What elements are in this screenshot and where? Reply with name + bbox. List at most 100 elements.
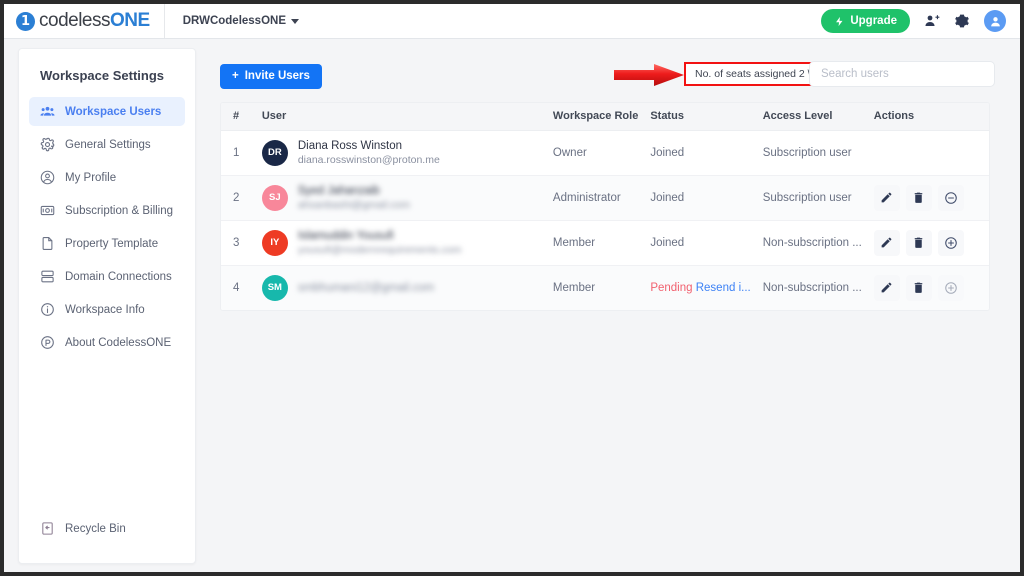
logo-mark-icon: 1 [16, 11, 35, 31]
sidebar-item-label: Workspace Info [65, 303, 145, 316]
delete-icon[interactable] [905, 274, 932, 301]
sidebar-item-property-template[interactable]: Property Template [29, 229, 185, 258]
sidebar-item-label: My Profile [65, 171, 117, 184]
row-access: Subscription user [750, 130, 862, 176]
search-input[interactable] [809, 61, 995, 87]
row-user-cell: SM smbhumani12@gmail.com [249, 265, 541, 310]
app-screen: 1 codelessONE DRWCodelessONE Upgrade Wor… [4, 4, 1020, 572]
avatar: IY [261, 229, 288, 256]
seats-assigned-label: No. of seats assigned 2 \ 2 [695, 68, 820, 80]
sidebar-item-recycle-bin[interactable]: Recycle Bin [29, 514, 185, 543]
avatar: DR [261, 139, 288, 166]
upgrade-button[interactable]: Upgrade [821, 9, 910, 33]
red-arrow-annotation [614, 64, 684, 86]
recycle-bin-icon [40, 521, 55, 536]
column-header-status: Status [638, 103, 751, 131]
table-row[interactable]: 3 IY Islamuddin Yousufi yousufi@modernre… [221, 220, 989, 266]
row-actions [861, 130, 989, 176]
users-table-element: # User Workspace Role Status Access Leve… [221, 103, 989, 310]
sidebar-item-general-settings[interactable]: General Settings [29, 130, 185, 159]
sidebar: Workspace Settings Workspace Users Gener… [18, 48, 196, 564]
user-name: Syed Jahanzaib [297, 184, 380, 197]
user-avatar-icon[interactable] [984, 10, 1006, 32]
upgrade-label: Upgrade [850, 15, 897, 27]
sidebar-item-label: About CodelessONE [65, 336, 172, 349]
row-number: 3 [221, 220, 250, 266]
minus-circle-icon[interactable] [937, 184, 964, 211]
row-access: Subscription user [750, 175, 862, 221]
row-role: Owner [540, 130, 639, 176]
user-circle-icon [40, 170, 55, 185]
sidebar-title: Workspace Settings [40, 68, 165, 83]
sidebar-item-workspace-info[interactable]: Workspace Info [29, 295, 185, 324]
sidebar-item-label: General Settings [65, 138, 151, 151]
workspace-name: DRWCodelessONE [182, 15, 286, 27]
edit-icon[interactable] [873, 274, 900, 301]
edit-icon[interactable] [873, 229, 900, 256]
delete-icon[interactable] [905, 229, 932, 256]
logo-text-blue: ONE [110, 10, 150, 31]
sidebar-item-label: Recycle Bin [65, 522, 126, 535]
topbar-actions: Upgrade [821, 9, 1020, 33]
row-user-cell: DR Diana Ross Winston diana.rosswinston@… [249, 130, 541, 176]
info-icon [40, 302, 55, 317]
sidebar-item-label: Workspace Users [65, 105, 162, 118]
delete-icon[interactable] [905, 184, 932, 211]
main-content: + Invite Users No. of seats assigned 2 \… [209, 48, 1006, 564]
row-user-cell: IY Islamuddin Yousufi yousufi@modernrequ… [249, 220, 541, 266]
avatar: SM [261, 274, 288, 301]
row-role: Administrator [540, 175, 639, 221]
sidebar-item-my-profile[interactable]: My Profile [29, 163, 185, 192]
edit-icon[interactable] [873, 184, 900, 211]
gear-icon [40, 137, 55, 152]
row-actions [861, 265, 989, 310]
add-user-icon[interactable] [924, 13, 940, 29]
row-role: Member [540, 265, 639, 310]
user-email: diana.rosswinston@proton.me [297, 153, 440, 166]
invite-users-label: Invite Users [244, 70, 310, 82]
table-row[interactable]: 4 SM smbhumani12@gmail.com Member Pendin… [221, 265, 989, 310]
column-header-number: # [221, 103, 250, 131]
status-badge: Pending [650, 281, 693, 294]
workspace-switcher[interactable]: DRWCodelessONE [165, 15, 299, 27]
sidebar-item-label: Domain Connections [65, 270, 172, 283]
table-header-row: # User Workspace Role Status Access Leve… [221, 103, 989, 131]
user-email: ahsanbashi@gmail.com [297, 198, 411, 211]
table-row[interactable]: 1 DR Diana Ross Winston diana.rosswinsto… [221, 130, 989, 176]
table-body: 1 DR Diana Ross Winston diana.rosswinsto… [221, 130, 989, 310]
row-actions [861, 175, 989, 221]
row-number: 1 [221, 130, 250, 176]
table-row[interactable]: 2 SJ Syed Jahanzaib ahsanbashi@gmail.com… [221, 175, 989, 221]
column-header-role: Workspace Role [540, 103, 639, 131]
sidebar-item-subscription-billing[interactable]: Subscription & Billing [29, 196, 185, 225]
plus-circle-icon[interactable] [937, 229, 964, 256]
resend-invite-link[interactable]: Resend i... [696, 282, 751, 294]
table-head: # User Workspace Role Status Access Leve… [221, 103, 989, 131]
row-access: Non-subscription ... [750, 220, 862, 266]
row-status-cell: Pending Resend i... [638, 265, 751, 310]
user-name: Islamuddin Yousufi [297, 229, 394, 242]
gear-icon[interactable] [954, 13, 970, 29]
user-name: Diana Ross Winston [297, 139, 403, 152]
row-number: 4 [221, 265, 250, 310]
recycle-bin-section: Recycle Bin [19, 514, 195, 547]
user-email: smbhumani12@gmail.com [297, 281, 435, 294]
row-number: 2 [221, 175, 250, 221]
invite-plus-icon: + [232, 70, 239, 82]
bolt-icon [834, 16, 845, 27]
column-header-access: Access Level [750, 103, 862, 131]
column-header-actions: Actions [861, 103, 989, 131]
server-icon [40, 269, 55, 284]
app-logo[interactable]: 1 codelessONE [4, 10, 150, 32]
sidebar-item-workspace-users[interactable]: Workspace Users [29, 97, 185, 126]
user-email: yousufi@modernrequirements.com [297, 243, 462, 256]
plus-circle-icon[interactable] [937, 274, 964, 301]
document-icon [40, 236, 55, 251]
chevron-down-icon [291, 18, 299, 24]
invite-users-button[interactable]: + Invite Users [220, 63, 322, 89]
top-bar: 1 codelessONE DRWCodelessONE Upgrade [4, 4, 1020, 39]
sidebar-item-about-codelessone[interactable]: About CodelessONE [29, 328, 185, 357]
sidebar-item-domain-connections[interactable]: Domain Connections [29, 262, 185, 291]
about-icon [40, 335, 55, 350]
users-icon [40, 104, 55, 119]
